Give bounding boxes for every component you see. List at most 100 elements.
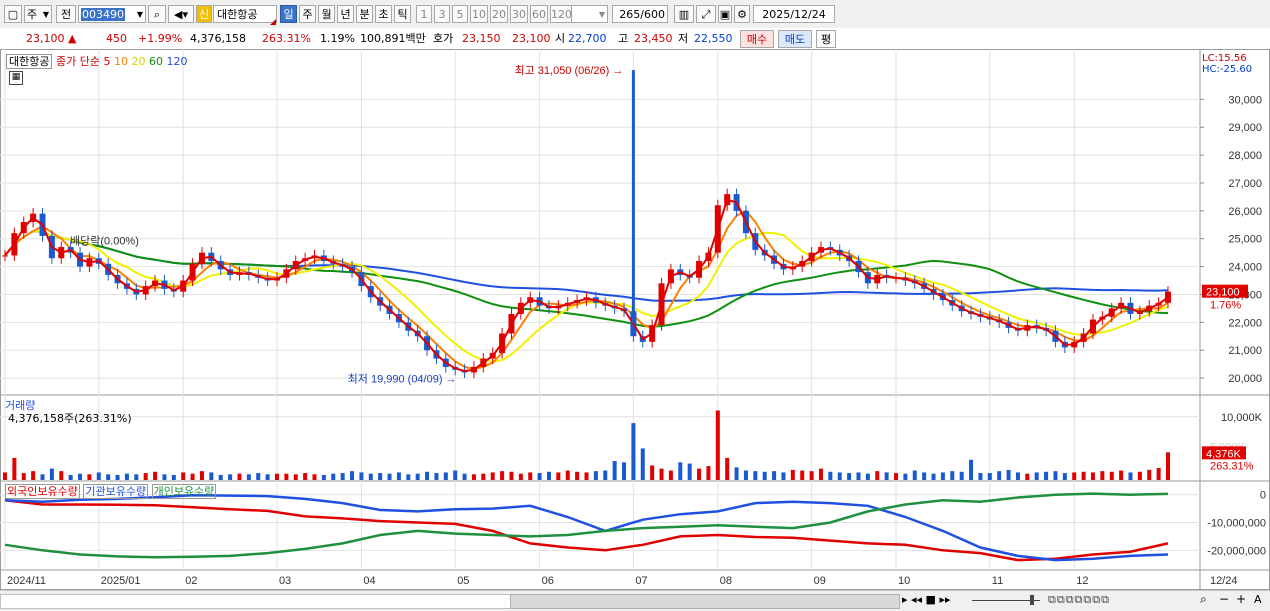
volume-bar [78,473,83,480]
interval-30[interactable]: 30 [510,5,528,23]
volume-bar [1128,472,1133,480]
volume-bar [340,473,345,480]
y-tick-label: 28,000 [1228,150,1262,162]
open-label: 시 [555,32,566,45]
interval-60[interactable]: 60 [530,5,548,23]
x-tick-label: 02 [185,575,197,587]
volume-bar [931,473,936,480]
volume-bar [978,473,983,480]
volume-bar [584,472,589,480]
count-total: /600 [640,8,665,21]
volume-bar [209,472,214,480]
zoom-handle[interactable] [1030,595,1034,605]
interval-3[interactable]: 3 [434,5,450,23]
code-input[interactable]: 003490 ▼ [78,5,146,23]
prev-button[interactable]: 전 [56,5,76,23]
x-tick-label: 2025/01 [101,575,141,587]
low-annotation: 최저 19,990 (04/09) → [348,372,457,385]
period-1[interactable]: 주 [299,5,316,23]
x-tick-label: 07 [635,575,647,587]
scroll-thumb[interactable] [510,594,900,609]
calculator-icon[interactable]: ▦ [9,71,23,85]
volume-bar [828,471,833,480]
count-input[interactable]: 265/600 [612,5,668,23]
volume-bar [818,468,823,480]
x-tick-label: 03 [279,575,291,587]
period-0[interactable]: 일 [280,5,297,23]
amount: 100,891백만 [360,32,426,45]
interval-120[interactable]: 120 [550,5,572,23]
volume-bar [387,473,392,480]
buy-button[interactable]: 매수 [740,30,774,48]
playback-controls[interactable]: ▸ ◂◂ ■ ▸▸ [902,593,951,606]
period-6[interactable]: 틱 [394,5,411,23]
volume-bar [321,474,326,480]
search-icon[interactable]: ⌕ [148,5,166,23]
interval-5[interactable]: 5 [452,5,468,23]
chart-type-icon[interactable]: ▥ [674,5,694,23]
font-button[interactable]: A [1254,593,1262,606]
volume-bar [274,473,279,480]
gear-icon[interactable]: ⚙ [734,5,750,23]
count-current: 265 [619,8,641,21]
volume-bar [434,473,439,480]
volume-bar [687,463,692,480]
period-3[interactable]: 년 [337,5,354,23]
interval-20[interactable]: 20 [490,5,508,23]
x-tick-label: 09 [814,575,826,587]
volume-bar [509,471,514,480]
volume-bar [49,468,54,480]
legend-ma20: 20 [131,55,146,68]
volume: 4,376,158 [190,32,246,45]
volume-bar [21,473,26,480]
volume-bar [359,472,364,480]
eval-button[interactable]: 평 [816,30,836,48]
speaker-icon[interactable]: ◀▾ [168,5,194,23]
legend-ma-label: 종가 단순 [55,55,100,68]
interval-input[interactable]: ▼ [570,5,608,23]
ma120-line [4,230,1169,302]
tool-icons[interactable]: ⧉⧉⧉⧉⧉⧉⧉ [1048,593,1110,607]
volume-bar [265,474,270,480]
volume-bar [959,471,964,480]
volume-bar [462,473,467,480]
volume-bar [256,473,261,480]
scroll-track[interactable] [0,594,512,609]
volume-bar [368,473,373,480]
sell-button[interactable]: 매도 [778,30,812,48]
interval-10[interactable]: 10 [470,5,488,23]
window-icon[interactable]: ▢ [4,5,22,23]
volume-bar [143,473,148,480]
legend-individual: 개인보유수량 [151,484,217,499]
y-tick-label: 30,000 [1228,94,1262,106]
volume-bar [406,474,411,480]
y-tick-label: 27,000 [1228,178,1262,190]
volume-bar [96,472,101,480]
volume-bar [490,472,495,480]
search-icon[interactable]: ⌕ [1200,592,1207,607]
zoom-plus-button[interactable]: + [1236,592,1246,606]
tool-icon[interactable]: ⤢ [696,5,716,23]
volume-bar [865,473,870,480]
volume-bar [556,472,561,480]
period-4[interactable]: 분 [356,5,373,23]
volume-bar [3,472,7,480]
save-icon[interactable]: ▣ [718,5,732,23]
low-label: 저 [678,32,689,45]
zoom-minus-button[interactable]: − [1219,592,1229,606]
volume-bar [715,410,720,480]
period-2[interactable]: 월 [318,5,335,23]
period-5[interactable]: 초 [375,5,392,23]
volume-bar [772,471,777,480]
volume-bar [124,473,129,480]
y-tick-label: 20,000 [1228,373,1262,385]
volume-bar [40,474,45,480]
volume-bar [697,468,702,480]
volume-bar [500,471,505,480]
volume-bar [997,471,1002,480]
date-input[interactable]: 2025/12/24 [753,5,835,23]
volume-bar [875,471,880,480]
volume-bar [471,474,476,480]
type-select[interactable]: 주 ▼ [24,5,52,23]
interval-1[interactable]: 1 [416,5,432,23]
